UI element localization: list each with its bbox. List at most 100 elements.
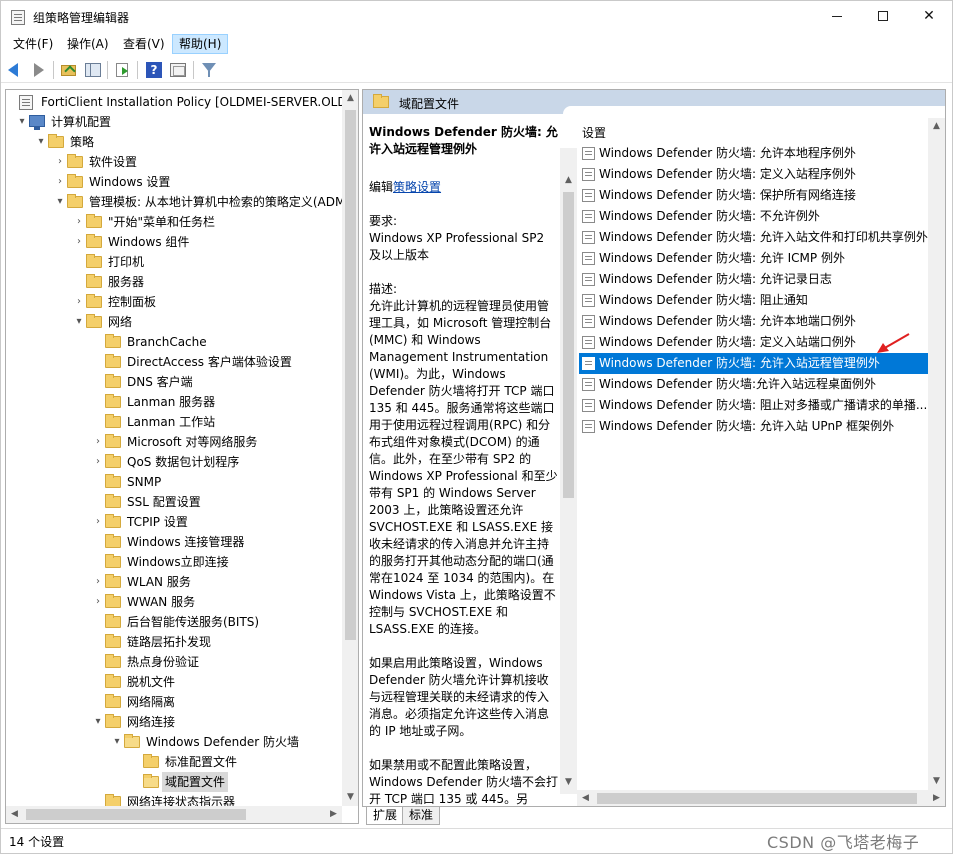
- tree-vertical-scrollbar[interactable]: ▲ ▼: [342, 90, 358, 806]
- menu-file[interactable]: 文件(F): [7, 34, 59, 54]
- folder-icon: [373, 94, 389, 108]
- tree-item-label: 域配置文件: [162, 772, 229, 792]
- expand-chevron-icon[interactable]: ›: [73, 292, 85, 312]
- watermark: CSDN @飞塔老梅子: [767, 833, 920, 852]
- open-folder-icon: [143, 774, 159, 788]
- collapse-chevron-icon[interactable]: ▾: [92, 712, 104, 732]
- close-button[interactable]: ✕: [906, 1, 952, 33]
- tab-standard[interactable]: 标准: [402, 807, 441, 825]
- setting-label: Windows Defender 防火墙: 保护所有网络连接: [599, 188, 856, 202]
- scroll-down-icon[interactable]: ▼: [342, 789, 358, 806]
- folder-icon: [86, 214, 102, 228]
- scroll-thumb[interactable]: [345, 110, 356, 640]
- toolbar-separator: [137, 61, 138, 79]
- scroll-up-icon[interactable]: ▲: [928, 118, 945, 135]
- filter-button[interactable]: [199, 60, 219, 80]
- edit-prefix: 编辑: [369, 180, 394, 194]
- tree-item-label: Windows Defender 防火墙: [146, 735, 299, 749]
- scroll-thumb[interactable]: [597, 793, 917, 804]
- menu-action[interactable]: 操作(A): [61, 34, 115, 54]
- folder-icon: [143, 754, 159, 768]
- settings-horizontal-scrollbar[interactable]: ◀ ▶: [577, 790, 945, 806]
- setting-row[interactable]: Windows Defender 防火墙: 定义入站程序例外: [579, 164, 945, 185]
- view-button[interactable]: [168, 60, 188, 80]
- settings-vertical-scrollbar[interactable]: ▲ ▼: [928, 118, 945, 790]
- setting-row[interactable]: Windows Defender 防火墙: 允许 ICMP 例外: [579, 248, 945, 269]
- setting-label: Windows Defender 防火墙: 阻止通知: [599, 293, 808, 307]
- expand-chevron-icon[interactable]: ›: [92, 592, 104, 612]
- policy-setting-icon: [582, 168, 595, 181]
- scroll-up-icon[interactable]: ▲: [560, 172, 577, 189]
- scroll-left-icon[interactable]: ◀: [577, 790, 594, 806]
- tree-item-label: 网络隔离: [127, 695, 176, 709]
- scroll-up-icon[interactable]: ▲: [342, 90, 358, 107]
- scroll-left-icon[interactable]: ◀: [6, 806, 23, 823]
- expand-chevron-icon[interactable]: ›: [92, 512, 104, 532]
- setting-row[interactable]: Windows Defender 防火墙: 允许本地端口例外: [579, 311, 945, 332]
- folder-icon: [105, 594, 121, 608]
- minimize-button[interactable]: [814, 1, 860, 33]
- scroll-right-icon[interactable]: ▶: [928, 790, 945, 806]
- show-hide-tree-button[interactable]: [83, 60, 103, 80]
- setting-row[interactable]: Windows Defender 防火墙:允许入站远程桌面例外: [579, 374, 945, 395]
- collapse-chevron-icon[interactable]: ▾: [54, 192, 66, 212]
- disabled-text: 如果禁用或不配置此策略设置，Windows Defender 防火墙不会打开 T…: [369, 758, 558, 806]
- forward-button[interactable]: [28, 60, 48, 80]
- expand-chevron-icon[interactable]: ›: [54, 152, 66, 172]
- menu-view[interactable]: 查看(V): [117, 34, 171, 54]
- details-header-title: 域配置文件: [399, 97, 460, 111]
- setting-row[interactable]: Windows Defender 防火墙: 允许入站 UPnP 框架例外: [579, 416, 945, 437]
- collapse-chevron-icon[interactable]: ▾: [111, 732, 123, 752]
- folder-icon: [105, 794, 121, 806]
- scroll-thumb[interactable]: [563, 192, 574, 498]
- scroll-thumb[interactable]: [26, 809, 246, 820]
- description-vertical-scrollbar[interactable]: ▲ ▼: [560, 148, 577, 794]
- setting-row[interactable]: Windows Defender 防火墙: 保护所有网络连接: [579, 185, 945, 206]
- setting-row[interactable]: Windows Defender 防火墙: 允许入站文件和打印机共享例外: [579, 227, 945, 248]
- scroll-down-icon[interactable]: ▼: [928, 773, 945, 790]
- scroll-down-icon[interactable]: ▼: [560, 774, 577, 791]
- extended-view-pane: 域配置文件 Windows Defender 防火墙: 允许入站远程管理例外 编…: [362, 89, 946, 807]
- folder-icon: [105, 494, 121, 508]
- export-list-button[interactable]: [113, 60, 133, 80]
- tree-item-label: FortiClient Installation Policy [OLDMEI-…: [41, 95, 342, 109]
- collapse-chevron-icon[interactable]: ▾: [73, 312, 85, 332]
- tree-item-label: Windows立即连接: [127, 555, 229, 569]
- expand-chevron-icon[interactable]: ›: [73, 212, 85, 232]
- expand-chevron-icon[interactable]: ›: [92, 452, 104, 472]
- tab-extended[interactable]: 扩展: [366, 807, 405, 825]
- menu-help[interactable]: 帮助(H): [172, 34, 229, 54]
- expand-chevron-icon[interactable]: ›: [54, 172, 66, 192]
- setting-row[interactable]: Windows Defender 防火墙: 允许记录日志: [579, 269, 945, 290]
- edit-policy-setting-link[interactable]: 策略设置: [393, 180, 441, 194]
- settings-column-header[interactable]: 设置: [577, 114, 928, 142]
- scroll-right-icon[interactable]: ▶: [325, 806, 342, 823]
- setting-row[interactable]: Windows Defender 防火墙: 阻止对多播或广播请求的单播...: [579, 395, 945, 416]
- setting-row[interactable]: Windows Defender 防火墙: 允许入站远程管理例外: [579, 353, 945, 374]
- expand-chevron-icon[interactable]: ›: [92, 572, 104, 592]
- back-button[interactable]: [6, 60, 26, 80]
- setting-row[interactable]: Windows Defender 防火墙: 不允许例外: [579, 206, 945, 227]
- maximize-button[interactable]: [860, 1, 906, 33]
- folder-icon: [105, 374, 121, 388]
- collapse-chevron-icon[interactable]: ▾: [16, 112, 28, 132]
- tree-horizontal-scrollbar[interactable]: ◀ ▶: [6, 806, 342, 823]
- expand-chevron-icon[interactable]: ›: [92, 432, 104, 452]
- setting-label: Windows Defender 防火墙: 允许入站文件和打印机共享例外: [599, 230, 928, 244]
- setting-label: Windows Defender 防火墙: 定义入站程序例外: [599, 167, 856, 181]
- console-tree-pane[interactable]: FortiClient Installation Policy [OLDMEI-…: [5, 89, 359, 824]
- collapse-chevron-icon[interactable]: ▾: [35, 132, 47, 152]
- tree-item-label: WWAN 服务: [127, 595, 196, 609]
- setting-row[interactable]: Windows Defender 防火墙: 允许本地程序例外: [579, 143, 945, 164]
- setting-row[interactable]: Windows Defender 防火墙: 阻止通知: [579, 290, 945, 311]
- folder-icon: [105, 654, 121, 668]
- policy-editor-app-icon: [11, 10, 25, 25]
- expand-chevron-icon[interactable]: ›: [73, 232, 85, 252]
- settings-list: 设置 Windows Defender 防火墙: 允许本地程序例外 Windows…: [577, 114, 945, 790]
- tree-item-label: 计算机配置: [51, 115, 112, 129]
- tree-item-label: Windows 组件: [108, 235, 190, 249]
- tree-item-label: SSL 配置设置: [127, 495, 201, 509]
- folder-icon: [105, 514, 121, 528]
- help-button[interactable]: ?: [144, 60, 164, 80]
- up-one-level-button[interactable]: [59, 60, 79, 80]
